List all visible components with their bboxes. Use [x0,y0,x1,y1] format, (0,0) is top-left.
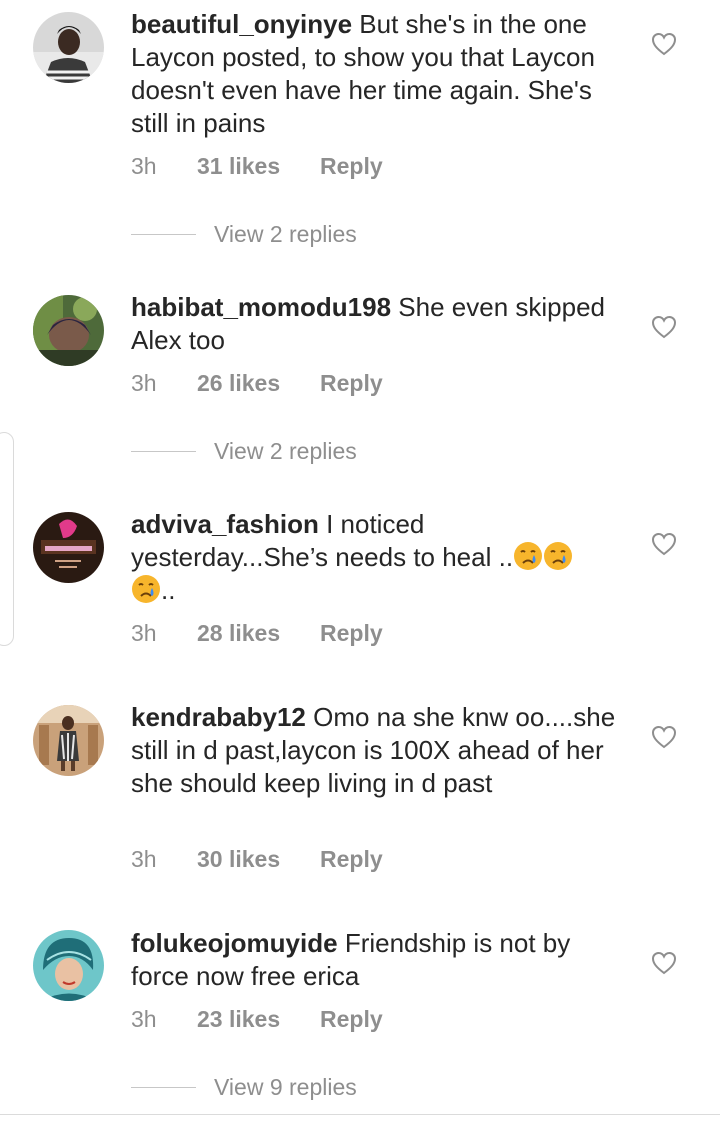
reply-button[interactable]: Reply [320,1006,383,1033]
avatar[interactable] [33,930,104,1001]
replies-divider [131,233,196,236]
comment-text: kendrababy12 Omo na she knw oo....she st… [131,701,626,800]
avatar[interactable] [33,705,104,776]
comment-username[interactable]: folukeojomuyide [131,928,338,958]
replies-divider [131,450,196,453]
comment-text: adviva_fashion I noticed yesterday...She… [131,508,626,607]
comment-likes[interactable]: 26 likes [197,370,320,397]
heart-outline-icon[interactable] [651,725,677,749]
reply-button[interactable]: Reply [320,370,383,397]
comment-time: 3h [131,846,157,872]
view-replies-button[interactable]: View 2 replies [131,221,357,251]
side-panel-edge [0,432,14,646]
comment-time: 3h [131,153,157,179]
comment-time: 3h [131,370,157,396]
view-replies-label: View 9 replies [214,1074,357,1100]
reply-button[interactable]: Reply [320,846,383,873]
avatar[interactable] [33,12,104,83]
comment-meta: 3h 26 likes Reply [131,370,383,397]
heart-outline-icon[interactable] [651,32,677,56]
heart-outline-icon[interactable] [651,951,677,975]
view-replies-button[interactable]: View 9 replies [131,1074,357,1104]
comment-likes[interactable]: 31 likes [197,153,320,180]
view-replies-label: View 2 replies [214,221,357,247]
comment-text: folukeojomuyide Friendship is not by for… [131,927,626,993]
comment-username[interactable]: adviva_fashion [131,509,319,539]
comment-username[interactable]: kendrababy12 [131,702,306,732]
comment-likes[interactable]: 23 likes [197,1006,320,1033]
comment-meta: 3h 30 likes Reply [131,846,383,873]
comment-time: 3h [131,1006,157,1032]
crying-face-icon [132,575,160,603]
comment-username[interactable]: beautiful_onyinye [131,9,352,39]
crying-face-icon [514,542,543,570]
view-replies-button[interactable]: View 2 replies [131,438,357,468]
avatar[interactable] [33,295,104,366]
comment-username[interactable]: habibat_momodu198 [131,292,391,322]
reply-button[interactable]: Reply [320,620,383,647]
heart-outline-icon[interactable] [651,315,677,339]
view-replies-label: View 2 replies [214,438,357,464]
comment-time: 3h [131,620,157,646]
avatar[interactable] [33,512,104,583]
comment-body-tail: .. [161,575,176,605]
reply-button[interactable]: Reply [320,153,383,180]
comment-text: beautiful_onyinye But she's in the one L… [131,8,626,140]
comment-likes[interactable]: 30 likes [197,846,320,873]
heart-outline-icon[interactable] [651,532,677,556]
bottom-divider [0,1114,720,1115]
comment-meta: 3h 28 likes Reply [131,620,383,647]
replies-divider [131,1086,196,1089]
comment-text: habibat_momodu198 She even skipped Alex … [131,291,626,357]
comment-meta: 3h 31 likes Reply [131,153,383,180]
crying-face-icon [544,542,573,570]
comment-likes[interactable]: 28 likes [197,620,320,647]
comment-meta: 3h 23 likes Reply [131,1006,383,1033]
